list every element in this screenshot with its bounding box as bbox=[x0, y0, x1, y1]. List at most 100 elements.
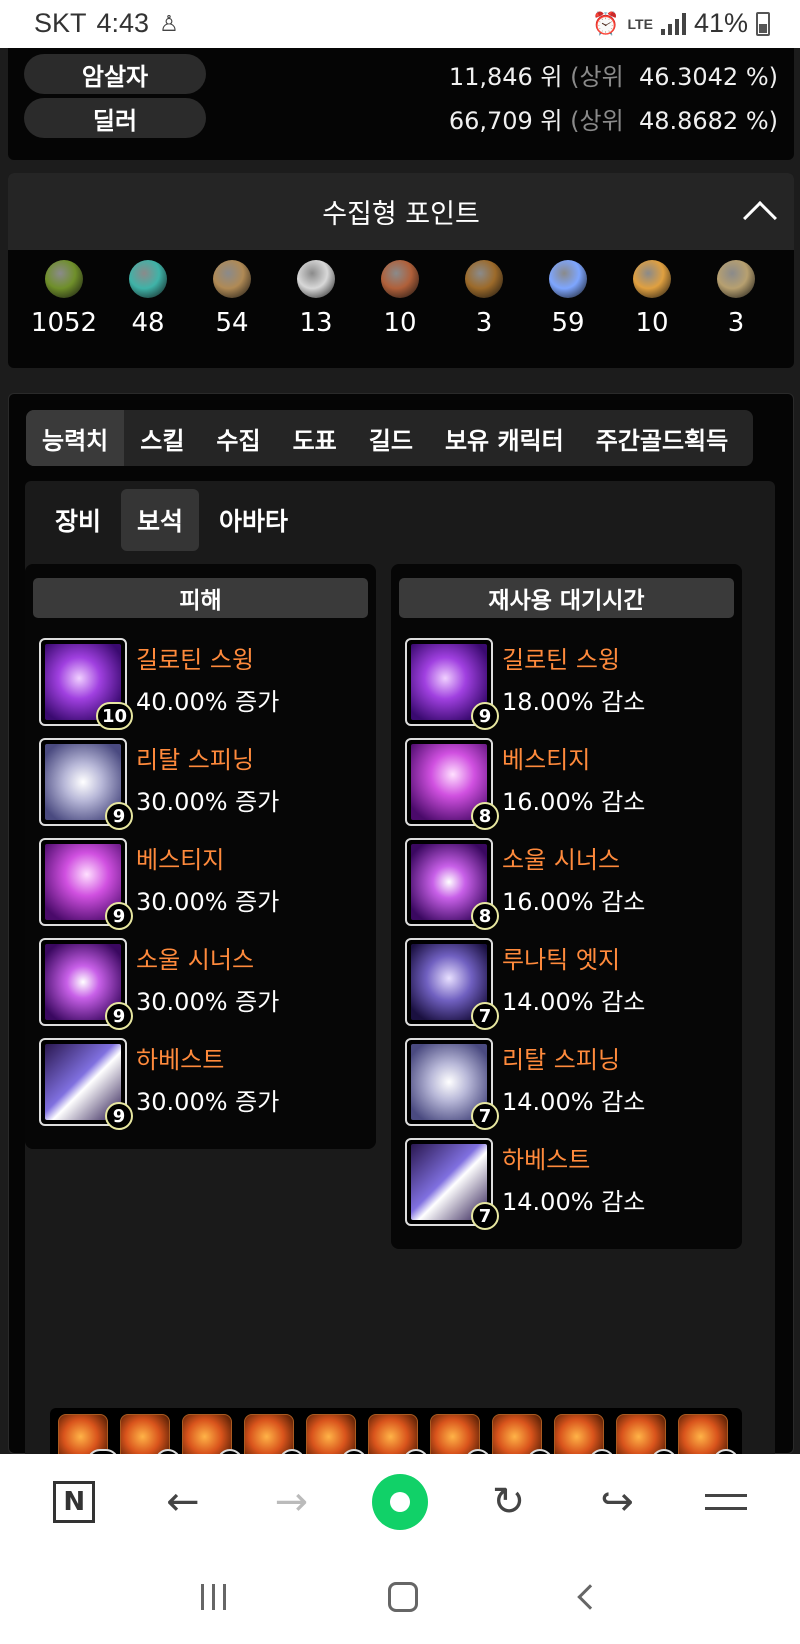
collectible-count: 54 bbox=[215, 308, 249, 338]
gem-slot[interactable]: 8 bbox=[492, 1414, 553, 1454]
collectible-count: 10 bbox=[635, 308, 669, 338]
gem-icon-frame[interactable]: 9 bbox=[405, 638, 499, 730]
gem-slot[interactable]: 9 bbox=[306, 1414, 367, 1454]
main-tab[interactable]: 스킬 bbox=[124, 410, 200, 466]
gem-row[interactable]: 7 하베스트 14.00% 감소 bbox=[405, 1138, 735, 1230]
network-type: LTE bbox=[627, 15, 653, 32]
gem-icon-frame[interactable]: 7 bbox=[405, 1038, 499, 1130]
sub-tab[interactable]: 아바타 bbox=[203, 489, 304, 551]
collectible-item[interactable]: 54 bbox=[190, 260, 274, 338]
gem-icon-frame[interactable]: 7 bbox=[405, 938, 499, 1030]
gem-row[interactable]: 9 리탈 스피닝 30.00% 증가 bbox=[39, 738, 369, 830]
collectible-item[interactable]: 13 bbox=[274, 260, 358, 338]
main-tab[interactable]: 능력치 bbox=[26, 410, 125, 466]
main-tab[interactable]: 주간골드획득 bbox=[580, 410, 744, 466]
main-tab[interactable]: 수집 bbox=[200, 410, 276, 466]
sub-tab[interactable]: 장비 bbox=[39, 489, 117, 551]
gem-level-badge: 7 bbox=[471, 1202, 499, 1230]
gem-effect-value: 14.00% 감소 bbox=[502, 1188, 646, 1216]
gem-slot[interactable]: 9 bbox=[368, 1414, 429, 1454]
gem-row[interactable]: 8 베스티지 16.00% 감소 bbox=[405, 738, 735, 830]
forward-arrow-icon[interactable]: → bbox=[261, 1472, 321, 1532]
menu-icon bbox=[704, 1494, 747, 1510]
gem-slot[interactable]: 7 bbox=[678, 1414, 739, 1454]
gem-slot[interactable]: 8 bbox=[430, 1414, 491, 1454]
gem-row[interactable]: 7 리탈 스피닝 14.00% 감소 bbox=[405, 1038, 735, 1130]
gem-slot[interactable]: 7 bbox=[616, 1414, 677, 1454]
gem-row[interactable]: 9 하베스트 30.00% 증가 bbox=[39, 1038, 369, 1130]
gem-skill-name: 하베스트 bbox=[502, 1146, 591, 1174]
gem-icon-frame[interactable]: 9 bbox=[39, 1038, 133, 1130]
gem-icon-frame[interactable]: 10 bbox=[39, 638, 133, 730]
gem-row[interactable]: 10 길로틴 스윙 40.00% 증가 bbox=[39, 638, 369, 730]
rank-top-label: (상위 bbox=[570, 62, 624, 91]
collectible-count: 3 bbox=[727, 308, 745, 338]
gem-icon-frame[interactable]: 8 bbox=[405, 838, 499, 930]
rank-percent: 46.3042 %) bbox=[638, 62, 778, 91]
collectible-item[interactable]: 1052 bbox=[22, 260, 106, 338]
gem-effect-value: 16.00% 감소 bbox=[502, 788, 646, 816]
main-tab[interactable]: 길드 bbox=[353, 410, 429, 466]
main-tab[interactable]: 보유 캐릭터 bbox=[429, 410, 580, 466]
collectible-item[interactable]: 59 bbox=[526, 260, 610, 338]
gem-slot[interactable]: 9 bbox=[244, 1414, 305, 1454]
green-dot-button[interactable] bbox=[370, 1472, 430, 1532]
ranking-label: 암살자 bbox=[24, 54, 206, 94]
island-heart-icon bbox=[129, 260, 167, 298]
back-arrow-icon[interactable]: ← bbox=[153, 1472, 213, 1532]
gem-level-badge: 8 bbox=[471, 902, 499, 930]
collectible-item[interactable]: 3 bbox=[442, 260, 526, 338]
collectible-points-header[interactable]: 수집형 포인트 bbox=[8, 173, 794, 250]
art-icon bbox=[381, 260, 419, 298]
signal-icon bbox=[660, 12, 686, 35]
gem-level-badge: 9 bbox=[105, 1102, 133, 1130]
gem-icon-frame[interactable]: 9 bbox=[39, 938, 133, 1030]
main-tab[interactable]: 도표 bbox=[277, 410, 353, 466]
gem-row[interactable]: 9 소울 시너스 30.00% 증가 bbox=[39, 938, 369, 1030]
ranking-value: 66,709 위 (상위 48.8682 %) bbox=[449, 101, 778, 136]
damage-gems-column: 피해 10 길로틴 스윙 40.00% 증가 9 리탈 스피닝 30.00% 증가 9 베스티… bbox=[25, 564, 376, 1149]
ranking-row: 딜러 66,709 위 (상위 48.8682 %) bbox=[24, 98, 778, 138]
sub-tab[interactable]: 보석 bbox=[121, 489, 200, 551]
naver-home-button[interactable]: N bbox=[44, 1472, 104, 1532]
gem-slot[interactable]: 9 bbox=[120, 1414, 181, 1454]
gem-skill-name: 루나틱 엣지 bbox=[502, 946, 621, 974]
gem-row[interactable]: 9 베스티지 30.00% 증가 bbox=[39, 838, 369, 930]
collectible-count: 48 bbox=[131, 308, 165, 338]
gem-skill-name: 소울 시너스 bbox=[502, 846, 621, 874]
collectible-item[interactable]: 10 bbox=[610, 260, 694, 338]
cooldown-gems-column: 재사용 대기시간 9 길로틴 스윙 18.00% 감소 8 베스티지 16.00% 감소 8… bbox=[391, 564, 742, 1249]
gem-strip: 109999988777 bbox=[50, 1408, 742, 1454]
gem-slot[interactable]: 10 bbox=[58, 1414, 119, 1454]
refresh-icon[interactable]: ↻ bbox=[479, 1472, 539, 1532]
recent-apps-icon[interactable] bbox=[201, 1584, 227, 1610]
gem-icon-frame[interactable]: 7 bbox=[405, 1138, 499, 1230]
notification-icon: ♙ bbox=[159, 10, 179, 36]
gem-icon-frame[interactable]: 8 bbox=[405, 738, 499, 830]
home-icon[interactable] bbox=[388, 1582, 419, 1612]
profile-tabs-panel: 능력치 스킬 수집 도표 길드 보유 캐릭터 주간골드획득 장비 보석 아바타 피해 10 길로틴… bbox=[8, 393, 794, 1454]
chevron-up-icon[interactable] bbox=[743, 201, 777, 235]
rank-top-label: (상위 bbox=[570, 106, 624, 135]
gem-slot[interactable]: 7 bbox=[554, 1414, 615, 1454]
gem-skill-name: 리탈 스피닝 bbox=[136, 746, 255, 774]
gem-effect-value: 30.00% 증가 bbox=[136, 988, 280, 1016]
gem-effect-value: 18.00% 감소 bbox=[502, 688, 646, 716]
gem-row[interactable]: 7 루나틱 엣지 14.00% 감소 bbox=[405, 938, 735, 1030]
gem-icon-frame[interactable]: 9 bbox=[39, 838, 133, 930]
main-tab-bar: 능력치 스킬 수집 도표 길드 보유 캐릭터 주간골드획득 bbox=[26, 410, 753, 466]
gem-level-badge: 7 bbox=[471, 1002, 499, 1030]
menu-button[interactable] bbox=[696, 1472, 756, 1532]
gem-row[interactable]: 8 소울 시너스 16.00% 감소 bbox=[405, 838, 735, 930]
back-icon[interactable] bbox=[577, 1584, 603, 1610]
share-icon[interactable]: ↪ bbox=[587, 1472, 647, 1532]
collectible-item[interactable]: 48 bbox=[106, 260, 190, 338]
gem-row[interactable]: 9 길로틴 스윙 18.00% 감소 bbox=[405, 638, 735, 730]
rank-number: 11,846 위 bbox=[448, 62, 563, 91]
gem-level-badge: 7 bbox=[471, 1102, 499, 1130]
gem-slot[interactable]: 9 bbox=[182, 1414, 243, 1454]
collectible-item[interactable]: 3 bbox=[694, 260, 778, 338]
collectible-item[interactable]: 10 bbox=[358, 260, 442, 338]
gem-level-badge: 10 bbox=[95, 702, 133, 730]
gem-icon-frame[interactable]: 9 bbox=[39, 738, 133, 830]
